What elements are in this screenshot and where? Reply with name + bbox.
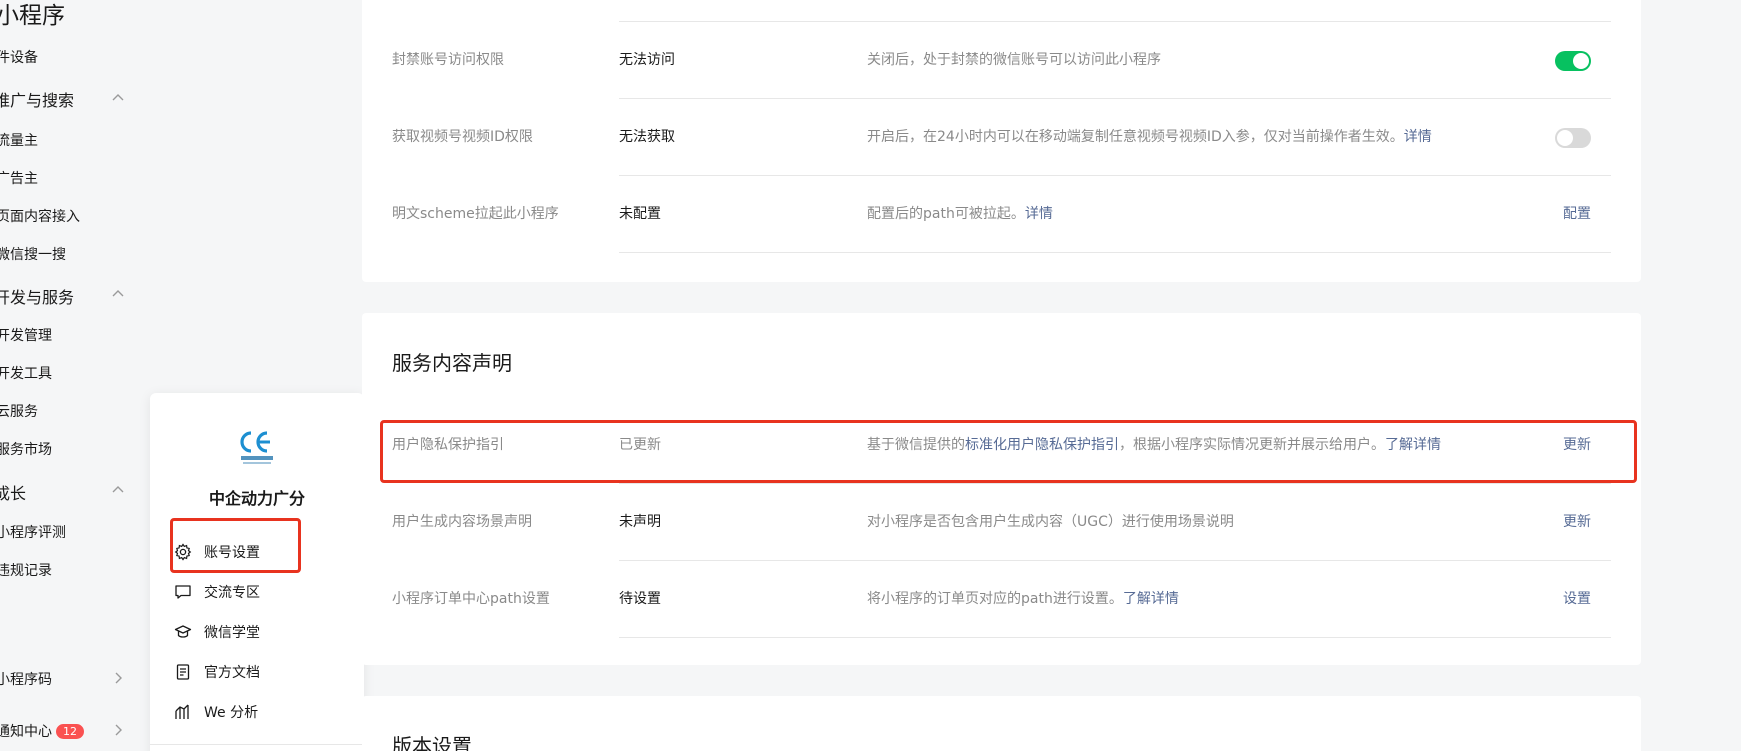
set-button[interactable]: 设置 — [1563, 561, 1591, 638]
row-status: 未声明 — [619, 514, 661, 530]
document-icon — [176, 664, 190, 680]
row-label: 明文scheme拉起此小程序 — [392, 206, 559, 222]
row-status: 无法访问 — [619, 52, 675, 68]
sidebar-item-wechat-search[interactable]: 微信搜一搜 — [0, 244, 66, 264]
sidebar-item-notify[interactable]: 通知中心 12 — [0, 721, 84, 741]
account-popup: 中企动力广分 账号设置 交流专区 微信学堂 官方文档 We 分析 — [150, 393, 364, 751]
sidebar-item-evaluation[interactable]: 小程序评测 — [0, 522, 66, 542]
sidebar-group-promotion[interactable]: 推广与搜索 — [0, 87, 74, 111]
notify-count-badge: 12 — [56, 724, 84, 739]
menu-account-settings[interactable]: 账号设置 — [174, 541, 260, 563]
row-description-text: 基于微信提供的 — [867, 437, 965, 453]
row-divider — [619, 252, 1611, 253]
sidebar-title: 小程序 — [0, 3, 65, 29]
menu-wechat-academy-label: 微信学堂 — [204, 625, 260, 641]
row-description: 基于微信提供的标准化用户隐私保护指引，根据小程序实际情况更新并展示给用户。了解详… — [867, 407, 1441, 484]
company-logo — [240, 431, 273, 464]
row-description-text: 将小程序的订单页对应的path进行设置。 — [867, 591, 1123, 607]
learn-more-link[interactable]: 了解详情 — [1123, 591, 1179, 607]
service-row-ugc: 用户生成内容场景声明 未声明 对小程序是否包含用户生成内容（UGC）进行使用场景… — [392, 484, 1611, 561]
banned-access-toggle[interactable] — [1555, 51, 1591, 71]
sidebar-item-traffic-owner[interactable]: 流量主 — [0, 130, 38, 150]
row-label: 用户生成内容场景声明 — [392, 514, 532, 530]
chevron-right-icon[interactable] — [112, 724, 124, 736]
details-link[interactable]: 详情 — [1025, 206, 1053, 222]
row-label: 用户隐私保护指引 — [392, 437, 504, 453]
row-description: 关闭后，处于封禁的微信账号可以访问此小程序 — [867, 52, 1161, 68]
menu-we-analytics-label: We 分析 — [204, 705, 259, 721]
row-description: 开启后，在24小时内可以在移动端复制任意视频号视频ID入参，仅对当前操作者生效。… — [867, 99, 1432, 176]
sidebar-item-devices[interactable]: 件设备 — [0, 47, 38, 67]
sidebar-item-qrcode[interactable]: 小程序码 — [0, 669, 52, 689]
chat-icon — [175, 585, 191, 599]
sidebar-group-dev-services[interactable]: 开发与服务 — [0, 284, 74, 308]
sidebar-item-page-content[interactable]: 页面内容接入 — [0, 206, 80, 226]
row-label: 小程序订单中心path设置 — [392, 591, 550, 607]
permission-row-banned-access: 封禁账号访问权限 无法访问 关闭后，处于封禁的微信账号可以访问此小程序 — [392, 22, 1611, 99]
sidebar-item-dev-tools[interactable]: 开发工具 — [0, 363, 52, 383]
learn-more-link[interactable]: 了解详情 — [1385, 437, 1441, 453]
permissions-card: 封禁账号访问权限 无法访问 关闭后，处于封禁的微信账号可以访问此小程序 获取视频… — [362, 0, 1641, 282]
row-divider — [619, 637, 1611, 638]
row-description-text: ，根据小程序实际情况更新并展示给用户。 — [1119, 437, 1385, 453]
service-row-privacy-guide: 用户隐私保护指引 已更新 基于微信提供的标准化用户隐私保护指引，根据小程序实际情… — [392, 407, 1611, 484]
account-name: 中企动力广分 — [208, 489, 305, 508]
row-status: 无法获取 — [619, 129, 675, 145]
card-title: 版本设置 — [392, 734, 472, 751]
row-description: 配置后的path可被拉起。详情 — [867, 176, 1053, 253]
analytics-icon — [175, 704, 189, 719]
chevron-up-icon[interactable] — [112, 484, 124, 496]
card-title: 服务内容声明 — [392, 351, 512, 375]
update-button[interactable]: 更新 — [1563, 407, 1591, 484]
row-description-text: 开启后，在24小时内可以在移动端复制任意视频号视频ID入参，仅对当前操作者生效。 — [867, 129, 1404, 145]
version-settings-card: 版本设置 — [362, 696, 1641, 751]
row-description: 将小程序的订单页对应的path进行设置。了解详情 — [867, 561, 1179, 638]
sidebar-item-violation-records[interactable]: 违规记录 — [0, 560, 52, 580]
permission-row-scheme: 明文scheme拉起此小程序 未配置 配置后的path可被拉起。详情 配置 — [392, 176, 1611, 253]
configure-button[interactable]: 配置 — [1563, 176, 1591, 253]
sidebar-item-advertiser[interactable]: 广告主 — [0, 168, 38, 188]
gear-icon — [174, 543, 192, 561]
row-description: 对小程序是否包含用户生成内容（UGC）进行使用场景说明 — [867, 514, 1234, 530]
privacy-standard-link[interactable]: 标准化用户隐私保护指引 — [965, 437, 1119, 453]
service-row-order-path: 小程序订单中心path设置 待设置 将小程序的订单页对应的path进行设置。了解… — [392, 561, 1611, 638]
menu-wechat-academy[interactable]: 微信学堂 — [174, 621, 260, 643]
chevron-up-icon[interactable] — [112, 288, 124, 300]
row-label: 封禁账号访问权限 — [392, 52, 504, 68]
toggle-knob — [1573, 53, 1589, 69]
row-status: 待设置 — [619, 591, 661, 607]
notify-label: 通知中心 — [0, 724, 52, 740]
sidebar-item-dev-management[interactable]: 开发管理 — [0, 325, 52, 345]
sidebar-item-cloud-service[interactable]: 云服务 — [0, 401, 38, 421]
menu-official-docs[interactable]: 官方文档 — [174, 661, 260, 683]
video-id-toggle[interactable] — [1555, 128, 1591, 148]
menu-official-docs-label: 官方文档 — [204, 665, 260, 681]
row-label: 获取视频号视频ID权限 — [392, 129, 533, 145]
permission-row-video-id: 获取视频号视频ID权限 无法获取 开启后，在24小时内可以在移动端复制任意视频号… — [392, 99, 1611, 176]
menu-account-settings-label: 账号设置 — [204, 545, 260, 561]
chevron-up-icon[interactable] — [112, 92, 124, 104]
popup-divider — [150, 744, 364, 751]
graduation-cap-icon — [174, 625, 192, 638]
row-status: 未配置 — [619, 206, 661, 222]
details-link[interactable]: 详情 — [1404, 129, 1432, 145]
menu-community[interactable]: 交流专区 — [174, 581, 260, 603]
row-description-text: 配置后的path可被拉起。 — [867, 206, 1025, 222]
row-status: 已更新 — [619, 437, 661, 453]
sidebar: 小程序 件设备 推广与搜索 流量主 广告主 页面内容接入 微信搜一搜 开发与服务… — [0, 0, 150, 751]
menu-we-analytics[interactable]: We 分析 — [174, 701, 258, 723]
update-button[interactable]: 更新 — [1563, 484, 1591, 561]
toggle-knob — [1557, 130, 1573, 146]
sidebar-item-service-market[interactable]: 服务市场 — [0, 439, 52, 459]
sidebar-group-growth[interactable]: 成长 — [0, 480, 26, 504]
chevron-right-icon[interactable] — [112, 672, 124, 684]
service-declaration-card: 服务内容声明 用户隐私保护指引 已更新 基于微信提供的标准化用户隐私保护指引，根… — [362, 313, 1641, 665]
menu-community-label: 交流专区 — [204, 585, 260, 601]
